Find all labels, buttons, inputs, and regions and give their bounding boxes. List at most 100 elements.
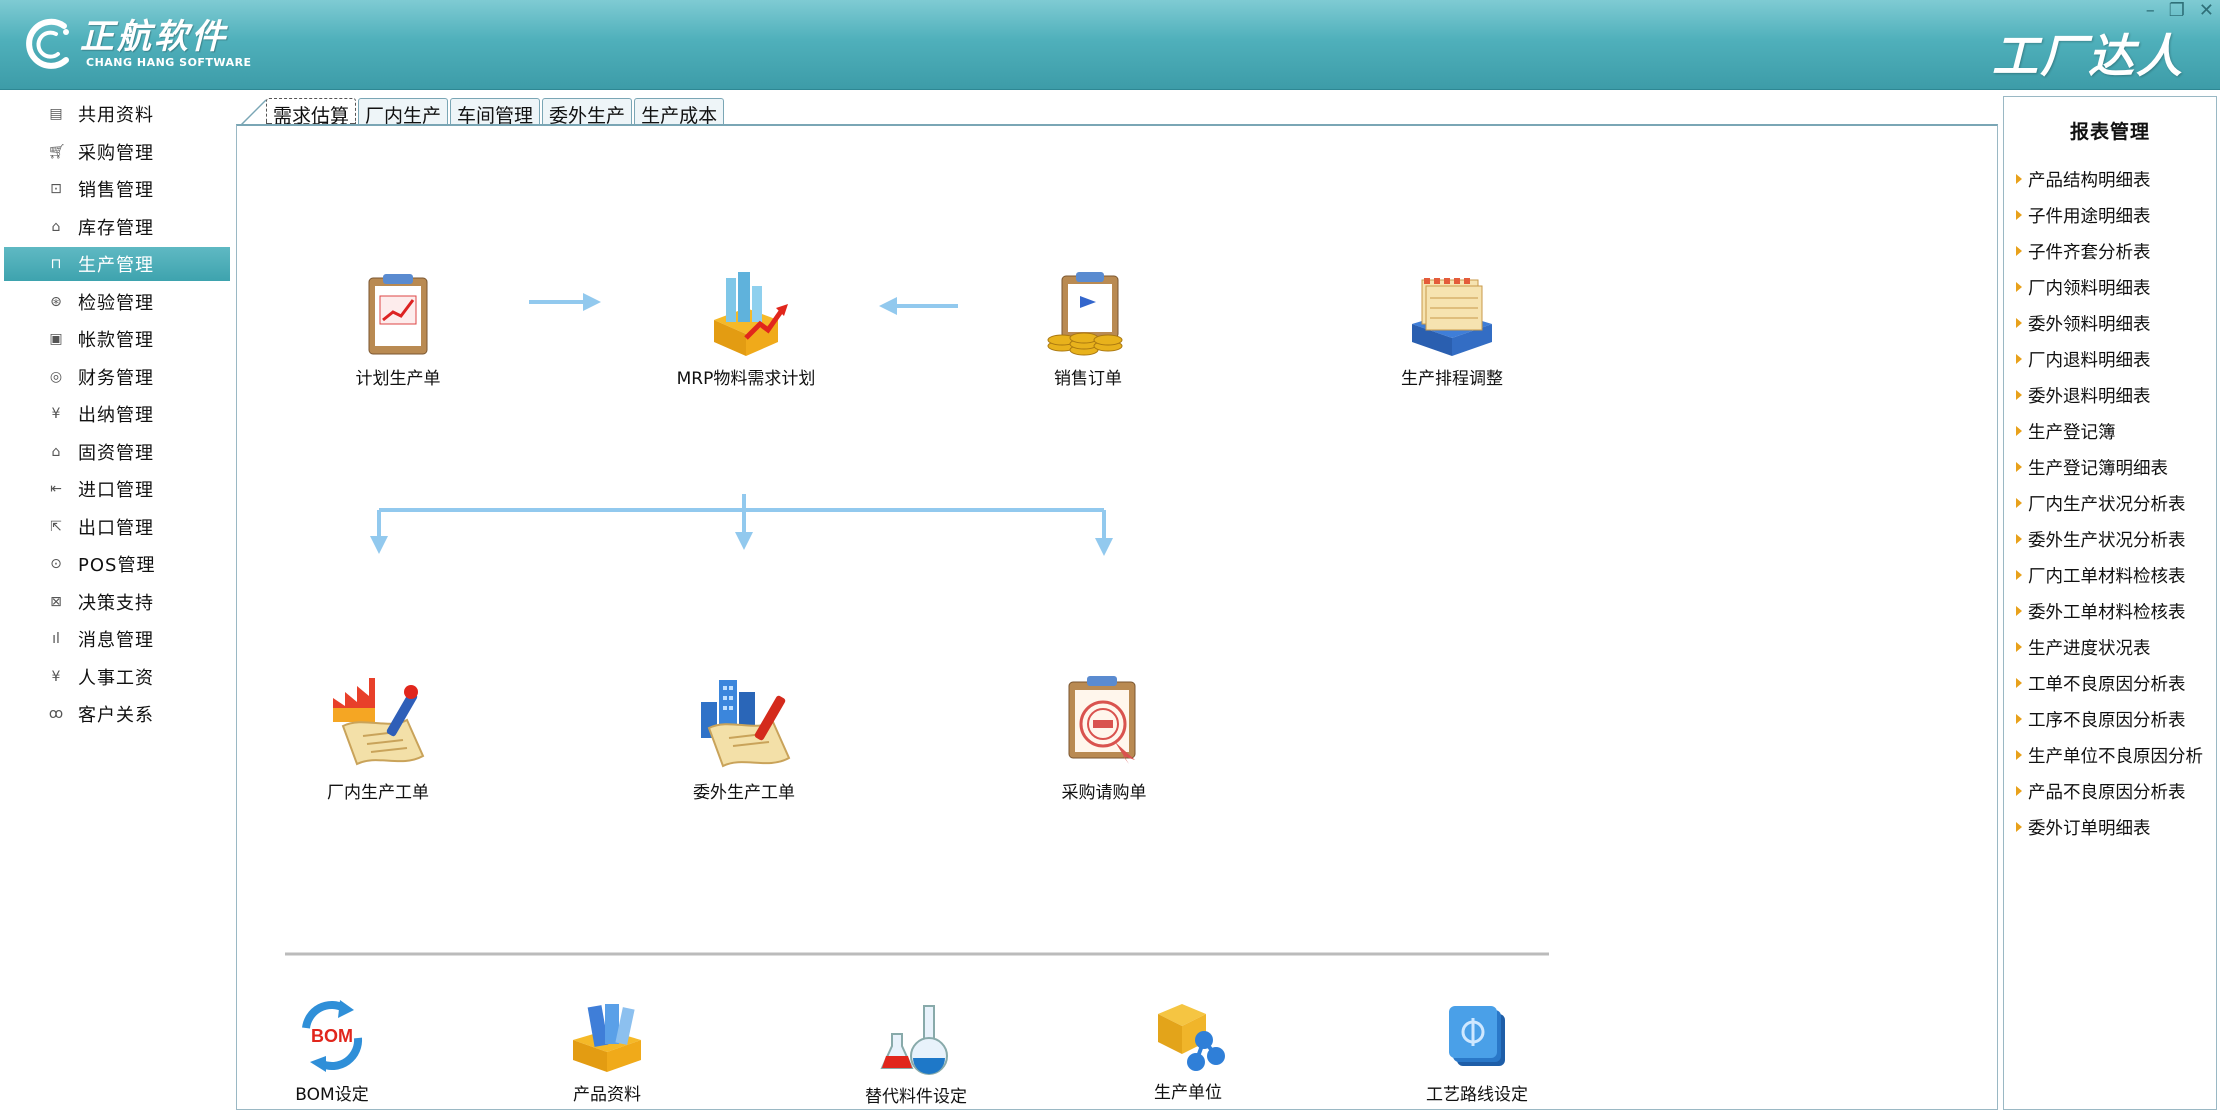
report-item[interactable]: 子件齐套分析表: [2016, 236, 2151, 266]
sidebar-item-production[interactable]: ⊓ 生产管理: [4, 247, 230, 281]
sidebar-item-label: 出口管理: [78, 517, 154, 539]
flow-node-purchase-request[interactable]: 采购请购单: [1029, 672, 1179, 803]
bullet-arrow-icon: [2016, 570, 2022, 580]
flow-node-plan-order[interactable]: 计划生产单: [323, 268, 473, 389]
settings-product-data[interactable]: 产品资料: [547, 1000, 667, 1105]
bullet-arrow-icon: [2016, 714, 2022, 724]
sidebar-item-finance[interactable]: ◎ 财务管理: [4, 360, 230, 394]
sidebar-item-crm[interactable]: ꝏ 客户关系: [4, 697, 230, 731]
bullet-arrow-icon: [2016, 642, 2022, 652]
warehouse-icon: ⌂: [51, 218, 61, 235]
report-item[interactable]: 委外订单明细表: [2016, 812, 2151, 842]
yen-icon: ¥: [51, 406, 61, 422]
restore-icon[interactable]: ❐: [2169, 2, 2185, 20]
flow-node-mrp[interactable]: MRP物料需求计划: [663, 268, 829, 389]
product-box-icon: [573, 1004, 641, 1072]
bullet-arrow-icon: [2016, 606, 2022, 616]
sidebar-item-label: 客户关系: [78, 705, 154, 726]
report-panel: 报表管理 产品结构明细表 子件用途明细表 子件齐套分析表 厂内领料明细表 委外领…: [2003, 96, 2217, 1110]
flow-node-sales-order[interactable]: 销售订单: [1023, 268, 1153, 389]
close-icon[interactable]: ✕: [2199, 2, 2214, 20]
report-item-label: 工单不良原因分析表: [2028, 674, 2186, 695]
report-item[interactable]: 生产登记簿明细表: [2016, 452, 2168, 482]
flow-node-schedule-adjust[interactable]: 生产排程调整: [1377, 268, 1527, 389]
import-icon: ⇤: [50, 481, 62, 497]
sidebar-item-cashier[interactable]: ¥ 出纳管理: [4, 397, 230, 431]
settings-label: 工艺路线设定: [1426, 1085, 1528, 1105]
report-item[interactable]: 委外工单材料检核表: [2016, 596, 2186, 626]
flow-node-label: 计划生产单: [355, 369, 441, 389]
report-item[interactable]: 生产进度状况表: [2016, 632, 2151, 662]
flow-node-factory-order[interactable]: 厂内生产工单: [303, 672, 453, 803]
flow-node-label: 生产排程调整: [1401, 369, 1503, 389]
bullet-arrow-icon: [2016, 426, 2022, 436]
report-item-label: 厂内生产状况分析表: [2028, 494, 2186, 515]
report-item[interactable]: 生产单位不良原因分析: [2016, 740, 2203, 770]
report-item[interactable]: 厂内生产状况分析表: [2016, 488, 2186, 518]
sidebar-item-label: 进口管理: [78, 480, 154, 501]
sidebar-item-inspection[interactable]: ⊛ 检验管理: [4, 285, 230, 319]
sidebar-item-fixed-assets[interactable]: ⌂ 固资管理: [4, 435, 230, 469]
report-item[interactable]: 产品结构明细表: [2016, 164, 2151, 194]
bullet-arrow-icon: [2016, 390, 2022, 400]
report-item[interactable]: 厂内工单材料检核表: [2016, 560, 2186, 590]
report-item-label: 子件用途明细表: [2028, 206, 2151, 227]
report-item[interactable]: 子件用途明细表: [2016, 200, 2151, 230]
tab-production-cost[interactable]: 生产成本: [634, 98, 725, 127]
report-item-label: 生产登记簿: [2028, 422, 2116, 443]
report-item-label: 工序不良原因分析表: [2028, 710, 2186, 731]
settings-substitute-parts[interactable]: 替代料件设定: [851, 1000, 981, 1107]
settings-bom[interactable]: BOM BOM设定: [277, 998, 387, 1105]
settings-routing[interactable]: 工艺路线设定: [1407, 1000, 1547, 1105]
sidebar-item-label: 库存管理: [78, 217, 154, 239]
report-item[interactable]: 委外退料明细表: [2016, 380, 2151, 410]
report-item[interactable]: 委外生产状况分析表: [2016, 524, 2186, 554]
report-item-label: 生产登记簿明细表: [2028, 458, 2168, 479]
bullet-arrow-icon: [2016, 822, 2022, 832]
flow-node-outsource-order[interactable]: 委外生产工单: [669, 672, 819, 803]
flow-node-label: 委外生产工单: [693, 783, 795, 803]
sidebar-item-import[interactable]: ⇤ 进口管理: [4, 472, 230, 506]
tab-in-house-production[interactable]: 厂内生产: [358, 98, 449, 127]
report-item-label: 委外领料明细表: [2028, 314, 2151, 335]
settings-production-unit[interactable]: 生产单位: [1133, 996, 1243, 1103]
tab-edge: [236, 96, 267, 127]
sidebar-item-label: POS管理: [78, 555, 156, 576]
tab-workshop[interactable]: 车间管理: [450, 98, 541, 127]
sidebar-item-label: 生产管理: [78, 255, 154, 276]
bullet-arrow-icon: [2016, 246, 2022, 256]
sidebar-item-common-data[interactable]: ▤ 共用资料: [4, 97, 230, 131]
sidebar-item-hr-payroll[interactable]: ¥ 人事工资: [4, 660, 230, 694]
plan-chart-icon: [368, 274, 428, 355]
sidebar-item-sales[interactable]: ⊡ 销售管理: [4, 172, 230, 206]
report-item[interactable]: 工序不良原因分析表: [2016, 704, 2186, 734]
sidebar-item-messages[interactable]: ıl 消息管理: [4, 622, 230, 656]
export-icon: ⇱: [50, 518, 62, 535]
report-item-label: 产品不良原因分析表: [2028, 782, 2186, 803]
report-item[interactable]: 厂内领料明细表: [2016, 272, 2151, 302]
report-item[interactable]: 工单不良原因分析表: [2016, 668, 2186, 698]
report-item[interactable]: 委外领料明细表: [2016, 308, 2151, 338]
schedule-icon: [1412, 278, 1492, 356]
purchase-request-icon: [1068, 676, 1136, 764]
sidebar-item-purchasing[interactable]: 🛒︎ 采购管理: [4, 135, 230, 169]
decision-icon: ⊠: [50, 593, 62, 610]
sidebar-item-inventory[interactable]: ⌂ 库存管理: [4, 210, 230, 244]
tab-outsourced-production[interactable]: 委外生产: [542, 98, 633, 127]
report-item[interactable]: 厂内退料明细表: [2016, 344, 2151, 374]
people-icon: ꝏ: [48, 706, 64, 722]
sidebar-item-decision[interactable]: ⊠ 决策支持: [4, 585, 230, 619]
tab-demand-estimate[interactable]: 需求估算: [266, 98, 357, 127]
sidebar-item-pos[interactable]: ⊙ POS管理: [4, 547, 230, 581]
routing-icon: [1449, 1006, 1505, 1066]
sidebar-item-accounts[interactable]: ▣ 帐款管理: [4, 322, 230, 356]
payroll-icon: ¥: [51, 668, 61, 685]
sidebar-item-export[interactable]: ⇱ 出口管理: [4, 510, 230, 544]
bullet-arrow-icon: [2016, 282, 2022, 292]
sidebar-item-label: 决策支持: [78, 592, 154, 614]
minimize-icon[interactable]: –: [2146, 2, 2155, 20]
report-item[interactable]: 生产登记簿: [2016, 416, 2116, 446]
logo-mark-icon: [20, 16, 76, 72]
report-item[interactable]: 产品不良原因分析表: [2016, 776, 2186, 806]
report-item-label: 委外生产状况分析表: [2028, 530, 2186, 551]
